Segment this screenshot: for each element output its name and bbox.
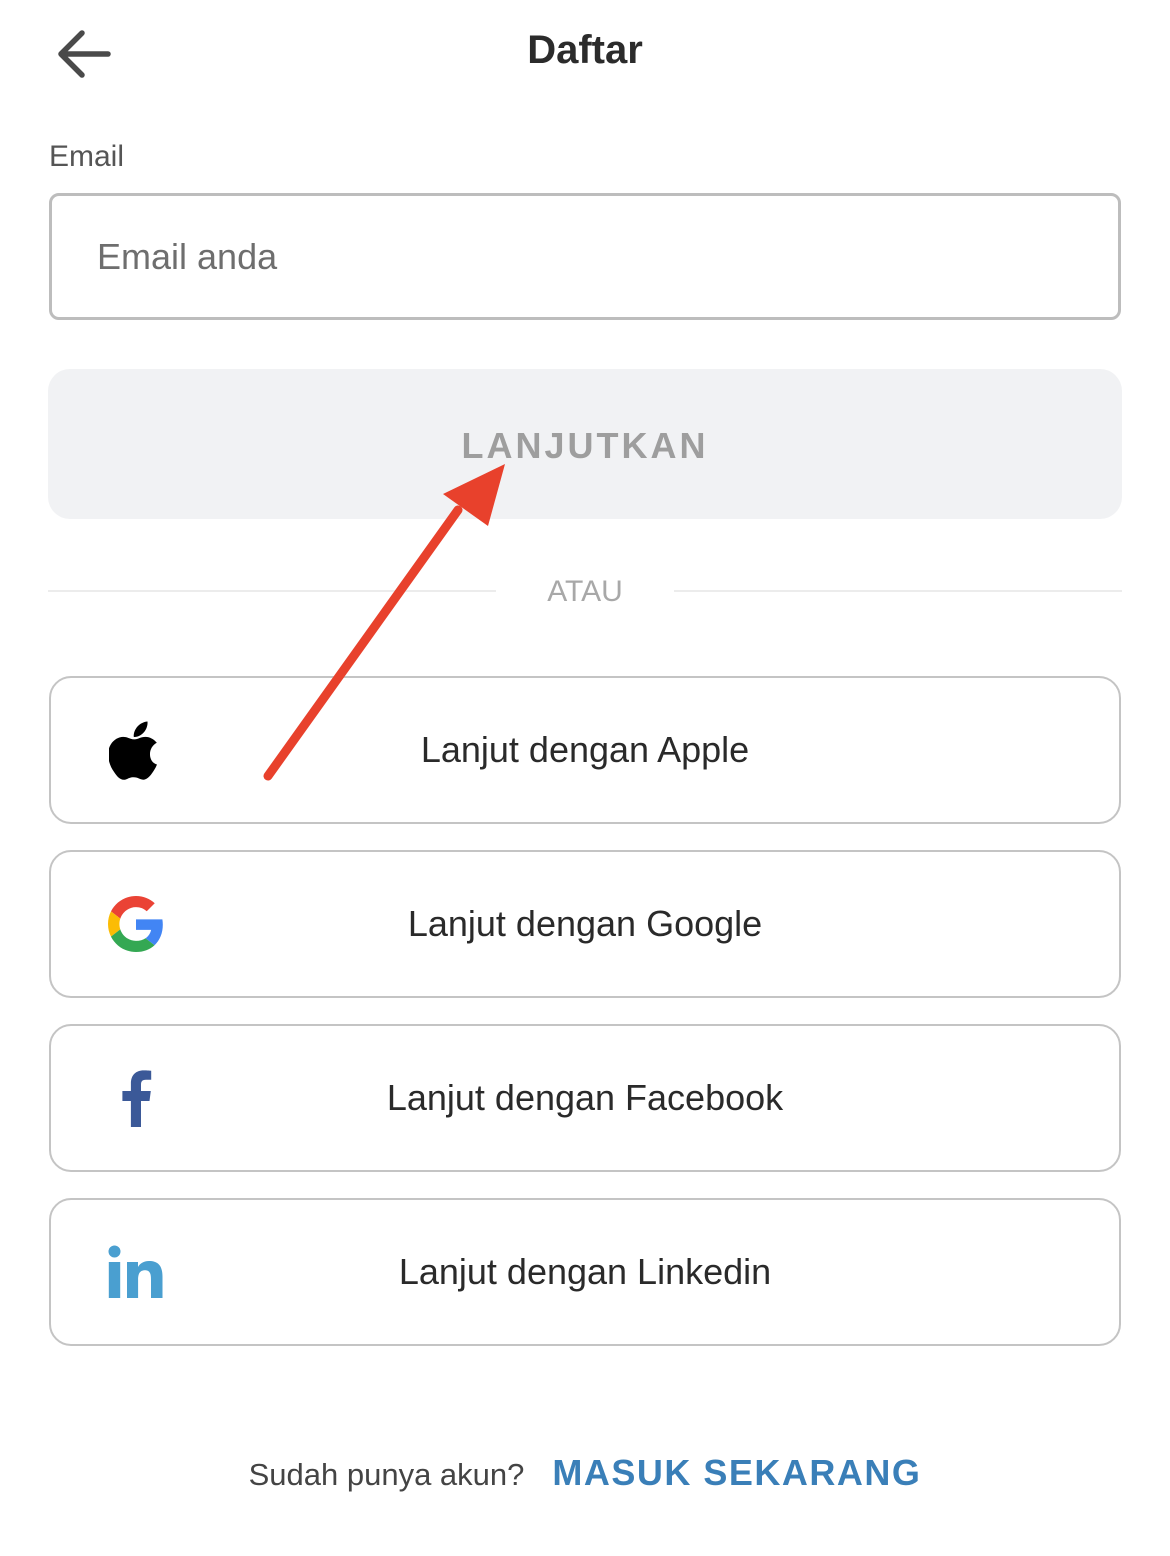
facebook-signin-button[interactable]: Lanjut dengan Facebook [49, 1024, 1121, 1172]
login-now-link[interactable]: MASUK SEKARANG [552, 1452, 921, 1494]
apple-signin-button[interactable]: Lanjut dengan Apple [49, 676, 1121, 824]
email-input[interactable] [49, 193, 1121, 320]
facebook-icon [101, 1063, 171, 1133]
signup-page: Daftar Email LANJUTKAN ATAU Lanjut denga… [0, 0, 1170, 1556]
apple-signin-label: Lanjut dengan Apple [420, 729, 750, 770]
page-title: Daftar [527, 28, 643, 72]
footer: Sudah punya akun? MASUK SEKARANG [0, 1452, 1170, 1494]
linkedin-icon [101, 1237, 171, 1307]
apple-icon [101, 715, 171, 785]
google-icon [101, 889, 171, 959]
linkedin-signin-label: Lanjut dengan Linkedin [398, 1251, 772, 1292]
continue-button-label: LANJUTKAN [461, 425, 709, 466]
google-signin-label: Lanjut dengan Google [407, 903, 763, 944]
continue-button[interactable]: LANJUTKAN [48, 369, 1122, 519]
linkedin-signin-button[interactable]: Lanjut dengan Linkedin [49, 1198, 1121, 1346]
login-prompt: Sudah punya akun? [248, 1457, 525, 1492]
divider-line-right [674, 590, 1122, 592]
facebook-signin-label: Lanjut dengan Facebook [386, 1077, 784, 1118]
email-label: Email [49, 140, 125, 173]
header: Daftar [0, 0, 1170, 110]
google-signin-button[interactable]: Lanjut dengan Google [49, 850, 1121, 998]
divider-text: ATAU [547, 575, 623, 608]
